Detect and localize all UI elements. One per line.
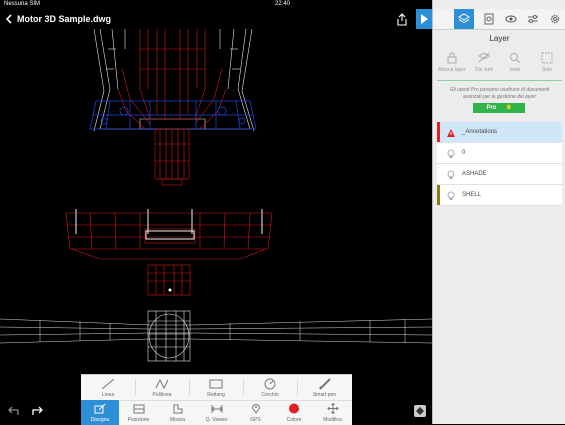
play-icon: [421, 14, 428, 24]
tab-properties[interactable]: [479, 9, 499, 29]
layer-row[interactable]: 0: [437, 143, 562, 164]
pen-icon: [318, 378, 331, 390]
draw-icon: [94, 403, 106, 414]
fullscreen-icon: [416, 407, 424, 415]
layer-row[interactable]: _Annotations: [437, 122, 562, 143]
layer-color-swatch: [437, 164, 440, 184]
tool-line[interactable]: Linea: [81, 375, 135, 400]
layer-name: 0: [462, 150, 466, 156]
back-button[interactable]: [5, 9, 13, 31]
layer-color-swatch: [437, 185, 440, 205]
mode-gps[interactable]: GPS: [236, 400, 275, 425]
tool-lock-layer[interactable]: Blocca layer: [437, 52, 467, 73]
lock-layer-icon: [447, 52, 457, 64]
line-icon: [101, 378, 115, 390]
tab-settings[interactable]: [545, 9, 565, 29]
document-title: Motor 3D Sample.dwg: [17, 14, 112, 24]
tool-rectangle[interactable]: Rettang: [189, 375, 243, 400]
pro-button[interactable]: Pro ♛: [473, 103, 525, 113]
cad-drawing: [0, 29, 432, 362]
polyline-icon: [155, 378, 169, 390]
share-icon: [397, 13, 407, 26]
gps-icon: [251, 404, 260, 414]
modify-icon: [326, 403, 339, 414]
panel-tabs: [433, 9, 565, 30]
redo-button[interactable]: [31, 404, 45, 419]
undo-icon: [8, 406, 19, 415]
tab-sliders[interactable]: [523, 9, 543, 29]
circle-icon: [264, 378, 276, 390]
tab-layers[interactable]: [454, 9, 474, 29]
toggle-panel-button[interactable]: [416, 9, 432, 29]
mode-modify[interactable]: Modifica: [313, 400, 352, 425]
layer-row[interactable]: SHELL: [437, 185, 562, 206]
layer-color-swatch: [437, 122, 440, 142]
layer-panel: Layer Blocca layer Dis. tutti Isola Sele…: [432, 0, 565, 424]
title-bar: Motor 3D Sample.dwg: [0, 9, 432, 29]
layer-row[interactable]: ASHADE: [437, 164, 562, 185]
layer-list: _Annotations 0 ASHADE SHELL: [437, 122, 562, 206]
pro-badge-icon: ♛: [506, 105, 512, 111]
layer-name: _Annotations: [462, 129, 498, 135]
layer-off-icon: [478, 52, 490, 63]
position-icon: [133, 404, 144, 414]
mode-measure[interactable]: Misura: [158, 400, 197, 425]
settings-icon: [550, 14, 560, 24]
tool-polyline[interactable]: Polilinea: [135, 375, 189, 400]
redo-icon: [32, 406, 43, 415]
layer-tools: Blocca layer Dis. tutti Isola Sele: [437, 52, 562, 76]
rectangle-icon: [209, 379, 223, 389]
undo-button[interactable]: [6, 404, 20, 419]
tool-select[interactable]: Sele: [532, 52, 562, 73]
isolate-icon: [510, 53, 521, 64]
panel-title: Layer: [489, 34, 510, 43]
layers-icon: [458, 13, 470, 24]
modes-row: Disegna Posizione Misura Q. Viewer GPS C…: [81, 400, 352, 425]
tool-smart-pen[interactable]: Smart pen: [297, 375, 352, 400]
pro-promo: Gli utenti Pro possono usufruire di docu…: [437, 80, 562, 119]
mode-draw[interactable]: Disegna: [81, 400, 119, 425]
draw-tools-row: Linea Polilinea Rettang Cerchio Smart pe…: [81, 375, 352, 401]
tool-circle[interactable]: Cerchio: [243, 375, 297, 400]
tab-visibility[interactable]: [501, 9, 521, 29]
mode-color[interactable]: Colore: [275, 400, 313, 425]
drawing-canvas[interactable]: [0, 29, 432, 424]
layer-name: ASHADE: [462, 171, 487, 177]
tool-isolate[interactable]: Isola: [500, 52, 530, 73]
color-icon: [289, 403, 299, 414]
mode-quick-viewer[interactable]: Q. Viewer: [197, 400, 236, 425]
visibility-icon: [505, 15, 517, 23]
tool-all-off[interactable]: Dis. tutti: [469, 52, 499, 73]
select-icon: [541, 52, 553, 64]
fullscreen-button[interactable]: [414, 405, 426, 417]
chevron-left-icon: [5, 14, 12, 24]
properties-icon: [484, 13, 494, 25]
quick-viewer-icon: [210, 405, 223, 413]
layer-name: SHELL: [462, 192, 482, 198]
sliders-icon: [528, 15, 538, 23]
pro-button-label: Pro: [486, 105, 497, 111]
bulb-icon: [446, 190, 456, 210]
bottom-toolbar: Linea Polilinea Rettang Cerchio Smart pe…: [81, 374, 352, 425]
promo-text: Gli utenti Pro possono usufruire di docu…: [449, 87, 550, 100]
measure-icon: [173, 404, 182, 414]
mode-position[interactable]: Posizione: [119, 400, 158, 425]
layer-color-swatch: [437, 143, 440, 163]
